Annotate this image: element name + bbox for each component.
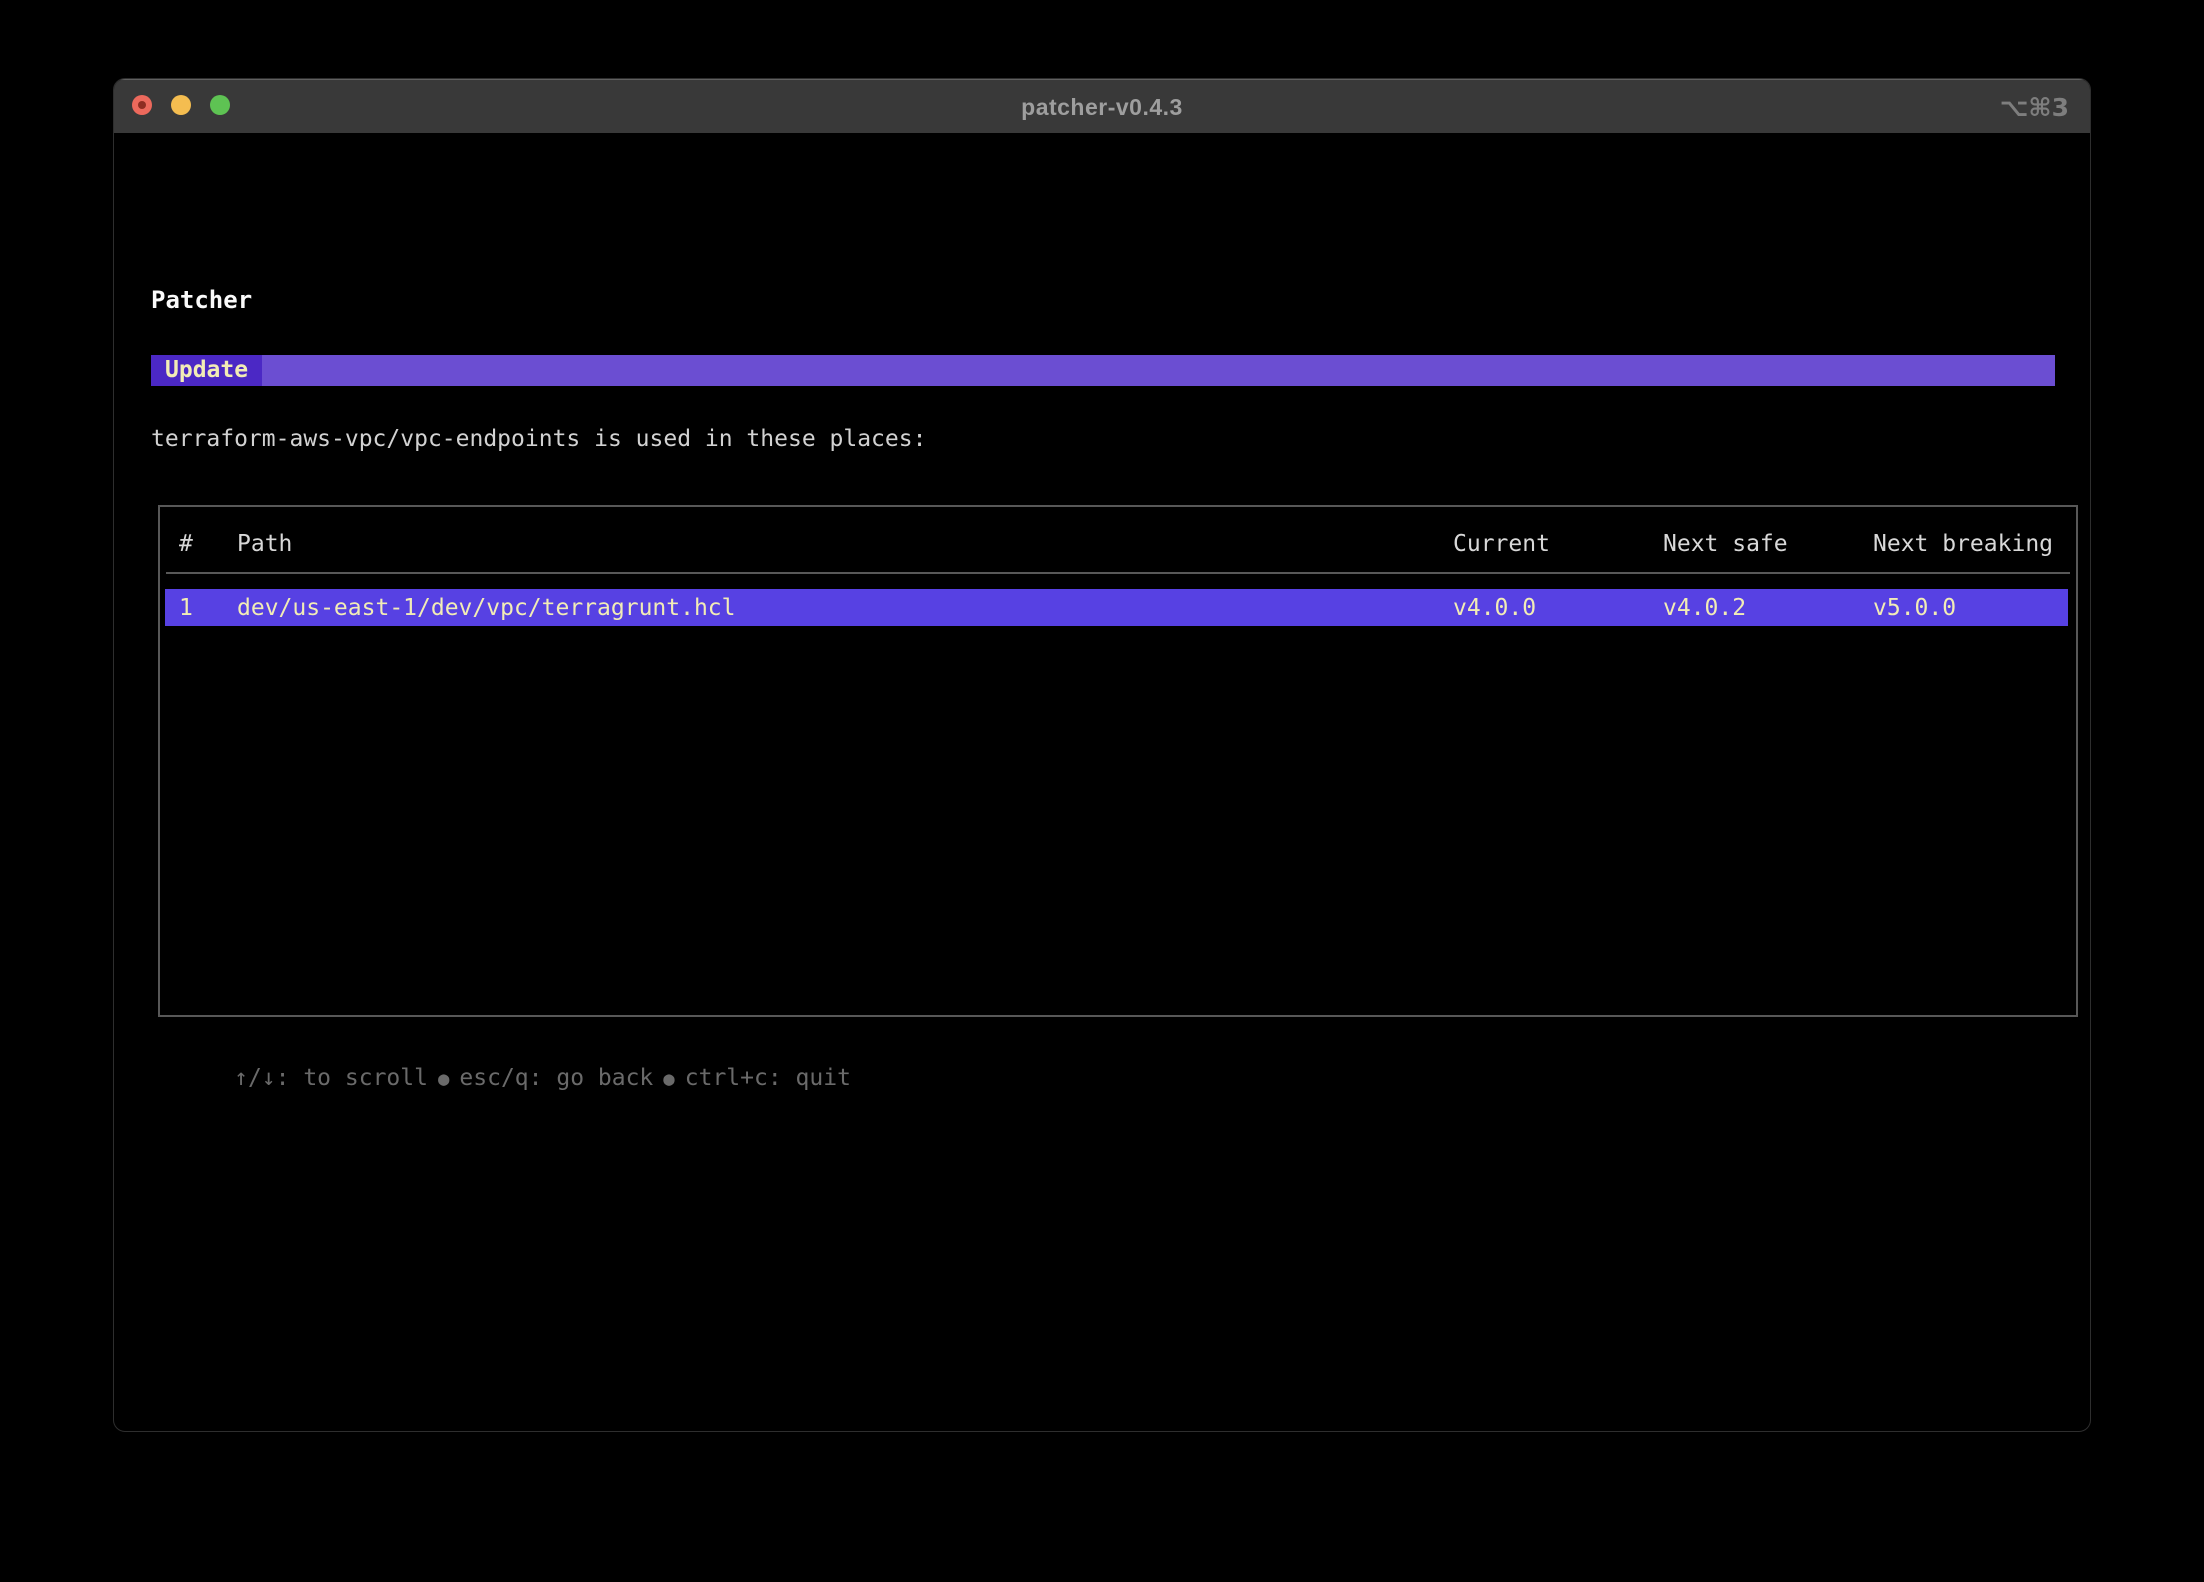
table-row-selected[interactable]: 1 dev/us-east-1/dev/vpc/terragrunt.hcl v…: [160, 589, 2076, 626]
header-separator: [166, 572, 2070, 574]
hint-separator-icon: ●: [653, 1068, 684, 1090]
column-header-next-breaking: Next breaking: [1873, 507, 2053, 572]
row-path: dev/us-east-1/dev/vpc/terragrunt.hcl: [237, 589, 736, 626]
hint-separator-icon: ●: [428, 1068, 459, 1090]
hint-scroll: ↑/↓: to scroll: [234, 1065, 428, 1091]
window-titlebar[interactable]: patcher-v0.4.3 ⌥⌘3: [114, 79, 2090, 133]
tab-update[interactable]: Update: [151, 355, 262, 386]
window-shortcut-badge: ⌥⌘3: [2000, 80, 2069, 134]
row-next-breaking-version: v5.0.0: [1873, 589, 1956, 626]
hint-go-back: esc/q: go back: [459, 1065, 653, 1091]
row-next-safe-version: v4.0.2: [1663, 589, 1746, 626]
terminal-content: Patcher Update terraform-aws-vpc/vpc-end…: [114, 133, 2090, 1431]
window-title: patcher-v0.4.3: [114, 80, 2090, 134]
table-header: # Path Current Next safe Next breaking: [160, 507, 2076, 572]
tab-bar: Update: [151, 355, 2055, 386]
column-header-index: #: [179, 507, 193, 572]
column-header-path: Path: [237, 507, 292, 572]
column-header-current: Current: [1453, 507, 1550, 572]
usage-table: # Path Current Next safe Next breaking 1…: [158, 505, 2078, 1017]
column-header-next-safe: Next safe: [1663, 507, 1788, 572]
row-index: 1: [179, 589, 193, 626]
help-footer: ↑/↓: to scroll●esc/q: go back●ctrl+c: qu…: [151, 1039, 851, 1117]
usage-description: terraform-aws-vpc/vpc-endpoints is used …: [151, 426, 926, 452]
row-current-version: v4.0.0: [1453, 589, 1536, 626]
app-heading: Patcher: [151, 286, 252, 314]
hint-quit: ctrl+c: quit: [685, 1065, 851, 1091]
terminal-window: patcher-v0.4.3 ⌥⌘3 Patcher Update terraf…: [113, 78, 2091, 1432]
